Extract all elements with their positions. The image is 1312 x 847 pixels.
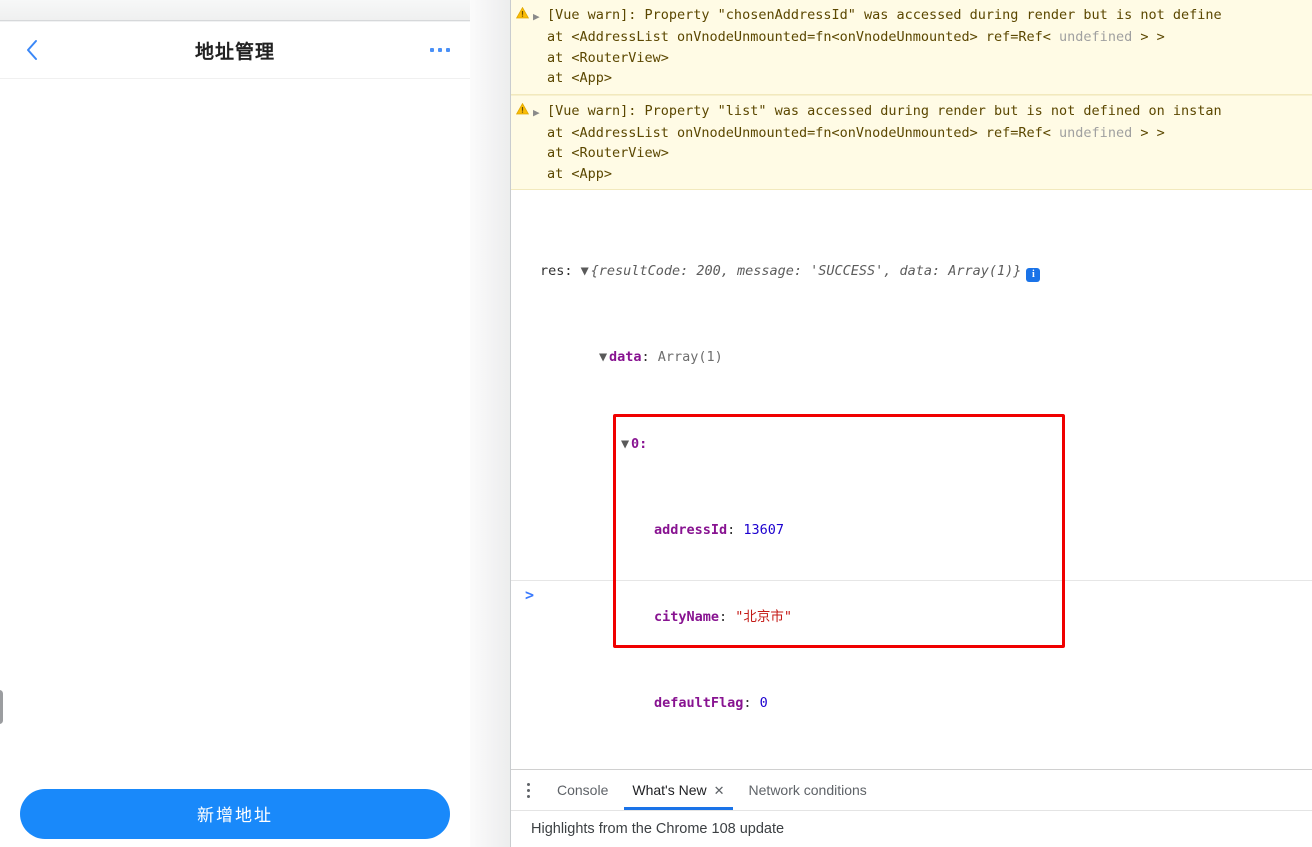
drawer-tab-bar: Console What's New ✕ Network conditions (511, 770, 1312, 811)
warning-triangle-icon (511, 101, 533, 115)
field-key: addressId (654, 522, 728, 539)
stack-frame-dim: undefined (1059, 125, 1133, 142)
ellipsis-icon-dot (438, 48, 442, 52)
info-icon[interactable]: i (1026, 268, 1041, 283)
warning-message-line: ▶ [Vue warn]: Property "chosenAddressId"… (511, 0, 1312, 27)
field-value: "北京市" (735, 608, 793, 625)
whats-new-headline: Highlights from the Chrome 108 update (531, 821, 785, 837)
console-divider (511, 580, 1312, 581)
expand-triangle-icon[interactable]: ▶ (533, 101, 547, 123)
device-gutter (470, 0, 511, 847)
log-field-row: cityName: "北京市" (654, 608, 793, 625)
warning-stack-line: at <RouterView> (511, 48, 1312, 68)
tab-whats-new[interactable]: What's New ✕ (620, 770, 736, 810)
stack-frame-text: at <AddressList onVnodeUnmounted=fn<onVn… (547, 125, 1060, 142)
log-summary-text: resultCode: 200, message: 'SUCCESS', dat… (598, 263, 1022, 280)
ellipsis-icon-dot (430, 48, 434, 52)
devtools-panel: ▶ [Vue warn]: Property "chosenAddressId"… (511, 0, 1312, 847)
log-index: 0: (631, 435, 648, 452)
log-summary: { (590, 263, 599, 280)
back-button[interactable] (18, 36, 46, 64)
stack-frame-text: at <App> (547, 70, 613, 87)
tab-label: Console (557, 782, 609, 798)
warning-text: [Vue warn]: Property "list" was accessed… (547, 102, 1222, 119)
expand-triangle-icon[interactable]: ▼ (599, 347, 609, 369)
device-screen: 地址管理 新增地址 (0, 22, 470, 847)
console-warning-row[interactable]: ▶ [Vue warn]: Property "chosenAddressId"… (511, 0, 1312, 95)
stack-frame-text: at <RouterView> (547, 145, 669, 162)
tab-network-conditions[interactable]: Network conditions (737, 770, 879, 810)
expand-triangle-icon[interactable]: ▼ (621, 434, 631, 456)
device-toolbar (0, 0, 470, 21)
stack-frame-text: at <RouterView> (547, 49, 669, 66)
address-list-container: 新增地址 (0, 79, 470, 847)
warning-stack-line: at <App> (511, 68, 1312, 93)
add-address-button[interactable]: 新增地址 (20, 788, 450, 839)
log-index-line: ▼ 0: (511, 434, 1312, 456)
page-title: 地址管理 (194, 40, 275, 63)
log-field-row: defaultFlag: 0 (654, 694, 768, 711)
stack-frame-post: > > (1132, 125, 1165, 142)
expand-triangle-icon[interactable]: ▶ (533, 5, 547, 27)
log-value: Array(1) (657, 349, 723, 366)
stack-frame-post: > > (1132, 29, 1165, 46)
warning-text: [Vue warn]: Property "chosenAddressId" w… (547, 7, 1222, 23)
warning-message-line: ▶ [Vue warn]: Property "list" was access… (511, 96, 1312, 123)
more-options-button[interactable] (430, 48, 450, 52)
ellipsis-icon-dot (446, 48, 450, 52)
console-warning-row[interactable]: ▶ [Vue warn]: Property "list" was access… (511, 94, 1312, 191)
tab-console[interactable]: Console (545, 770, 620, 810)
expand-triangle-icon[interactable]: ▼ (581, 261, 591, 283)
chevron-left-icon (27, 40, 37, 60)
log-label: res: (540, 263, 573, 280)
more-vertical-icon[interactable] (511, 770, 545, 810)
device-preview-pane: 地址管理 新增地址 (0, 0, 511, 847)
console-output: ▶ [Vue warn]: Property "chosenAddressId"… (511, 0, 1312, 770)
warning-stack-line: at <RouterView> (511, 143, 1312, 163)
field-key: defaultFlag (654, 694, 744, 711)
log-key: data (609, 349, 642, 366)
log-field-row: addressId: 13607 (654, 522, 785, 539)
field-value: 0 (759, 694, 768, 711)
mobile-footer: 新增地址 (0, 780, 470, 847)
warning-stack-line: at <AddressList onVnodeUnmounted=fn<onVn… (511, 123, 1312, 143)
drawer-content: Highlights from the Chrome 108 update (511, 811, 1312, 847)
app-root: 地址管理 新增地址 ▶ [Vue warn]: Property "chosen… (0, 0, 1312, 847)
warning-stack-line: at <AddressList onVnodeUnmounted=fn<onVn… (511, 27, 1312, 47)
warning-triangle-icon (511, 5, 533, 19)
stack-frame-text: at <App> (547, 165, 613, 182)
warning-stack-line: at <App> (511, 164, 1312, 189)
drag-handle[interactable] (0, 690, 3, 724)
tab-label: What's New (632, 782, 707, 798)
devtools-drawer: Console What's New ✕ Network conditions … (511, 769, 1312, 847)
field-key: cityName (654, 608, 720, 625)
close-icon[interactable]: ✕ (714, 784, 725, 797)
tab-label: Network conditions (748, 782, 867, 798)
field-value: 13607 (743, 522, 785, 539)
log-summary-line: res: ▼ {resultCode: 200, message: 'SUCCES… (511, 261, 1312, 283)
mobile-header: 地址管理 (0, 22, 470, 79)
stack-frame-dim: undefined (1059, 29, 1133, 46)
log-data-line: ▼ data: Array(1) (511, 347, 1312, 369)
console-prompt[interactable]: > (525, 586, 534, 604)
stack-frame-text: at <AddressList onVnodeUnmounted=fn<onVn… (547, 29, 1060, 46)
console-log-entry[interactable]: res: ▼ {resultCode: 200, message: 'SUCCES… (511, 190, 1312, 770)
